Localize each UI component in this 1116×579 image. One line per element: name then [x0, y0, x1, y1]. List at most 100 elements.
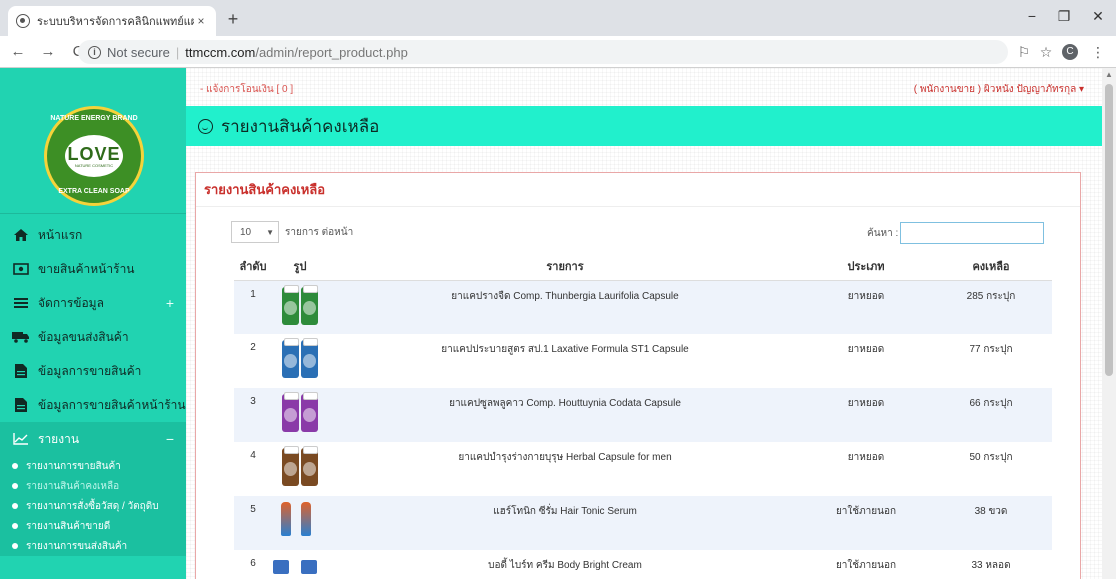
tube-image [281, 502, 291, 536]
table-row: 1 ยาแคปรางจืด Comp. Thunbergia Laurifoli… [234, 280, 1052, 334]
product-image[interactable] [282, 446, 318, 486]
product-image[interactable] [273, 556, 327, 574]
sidebar-item-home[interactable]: หน้าแรก [0, 218, 186, 252]
page-scrollbar[interactable]: ▲ [1102, 68, 1116, 579]
col-header-item[interactable]: รายการ [328, 253, 802, 281]
new-tab-button[interactable]: + [222, 9, 244, 29]
brand-logo[interactable]: NATURE ENERGY BRAND LOVE NATURE COSMETIC… [44, 106, 144, 206]
sidebar-item-pos[interactable]: ขายสินค้าหน้าร้าน [0, 252, 186, 286]
sidebar-item-manage-data[interactable]: จัดการข้อมูล + [0, 286, 186, 320]
cell-type: ยาหยอด [847, 344, 885, 355]
sidebar-item-label: หน้าแรก [38, 227, 83, 242]
bookmark-star-icon[interactable]: ☆ [1036, 44, 1056, 61]
sidebar: NATURE ENERGY BRAND LOVE NATURE COSMETIC… [0, 68, 186, 579]
cell-type: ยาหยอด [847, 398, 885, 409]
report-panel: รายงานสินค้าคงเหลือ 10 ▼ รายการ ต่อหน้า … [195, 172, 1081, 579]
table-header-row: ลำดับ รูป รายการ ประเภท คงเหลือ [234, 253, 1052, 281]
product-image[interactable] [282, 392, 318, 432]
cell-item: ยาแคปซูลพลูคาว Comp. Houttuynia Codata C… [449, 398, 681, 409]
profile-avatar[interactable]: C [1062, 44, 1078, 60]
cell-type: ยาหยอด [847, 290, 885, 302]
scroll-up-icon[interactable]: ▲ [1105, 70, 1113, 79]
url-field[interactable]: i Not secure | ttmccm.com /admin/report_… [78, 40, 1008, 64]
cell-item: แฮร์โทนิก ซีรั่ม Hair Tonic Serum [493, 506, 637, 517]
subitem-label: รายงานการขายสินค้า [26, 460, 121, 472]
chart-icon [12, 432, 30, 446]
subitem-label: รายงานสินค้าคงเหลือ [26, 480, 120, 492]
forward-button[interactable]: → [36, 43, 60, 60]
search-input[interactable] [900, 222, 1045, 244]
translate-icon[interactable]: ⚐ [1014, 44, 1034, 61]
logo-center: LOVE NATURE COSMETIC [65, 135, 123, 177]
user-menu[interactable]: ( พนักงานขาย ) ผิวหนัง ปัญญาภัทรกุล ▾ [914, 82, 1084, 97]
scrollbar-thumb[interactable] [1105, 84, 1113, 376]
tab-close-button[interactable]: × [194, 14, 208, 28]
cell-item: บอดี้ ไบร์ท ครีม Body Bright Cream [488, 560, 642, 571]
transfer-notice-link[interactable]: - แจ้งการโอนเงิน [ 0 ] [200, 82, 293, 97]
page-title: รายงานสินค้าคงเหลือ [221, 116, 380, 136]
main-content: - แจ้งการโอนเงิน [ 0 ] ( พนักงานขาย ) ผิ… [186, 68, 1102, 579]
sidebar-subitem-shipping-report[interactable]: รายงานการขนส่งสินค้า [0, 536, 186, 556]
bullet-icon [12, 463, 18, 469]
logo-brand: LOVE [67, 143, 121, 164]
sidebar-item-label: ขายสินค้าหน้าร้าน [38, 261, 135, 276]
tube-image [301, 502, 311, 536]
sidebar-subitem-purchase-report[interactable]: รายงานการสั่งซื้อวัสดุ / วัตถุดิบ [0, 496, 186, 516]
col-header-no[interactable]: ลำดับ [234, 253, 272, 281]
bottle-image [282, 446, 299, 486]
expand-icon[interactable]: + [166, 295, 174, 311]
window-close-button[interactable]: ✕ [1080, 6, 1116, 26]
list-icon [12, 296, 30, 310]
more-menu-icon[interactable]: ⋮ [1088, 44, 1108, 61]
bullet-icon [12, 543, 18, 549]
col-header-stock[interactable]: คงเหลือ [930, 253, 1052, 281]
col-header-image[interactable]: รูป [272, 253, 328, 281]
per-page-select[interactable]: 10 ▼ [231, 221, 279, 243]
jar-image [301, 560, 317, 574]
sidebar-item-label: ข้อมูลการขายสินค้า [38, 363, 142, 378]
product-image[interactable] [282, 338, 318, 378]
bottle-image [301, 284, 318, 325]
cell-no: 1 [250, 288, 256, 300]
table-row: 3 ยาแคปซูลพลูคาว Comp. Houttuynia Codata… [234, 388, 1052, 442]
table-row: 2 ยาแคปประบายสูตร สป.1 Laxative Formula … [234, 334, 1052, 388]
cell-stock: 66 กระปุก [969, 398, 1013, 409]
browser-tab[interactable]: ระบบบริหารจัดการคลินิกแพทย์แผนไทย × [8, 6, 216, 36]
collapse-icon[interactable]: − [166, 431, 174, 447]
browser-tab-bar: ระบบบริหารจัดการคลินิกแพทย์แผนไทย × + − … [0, 0, 1116, 36]
cell-stock: 50 กระปุก [969, 452, 1013, 463]
cell-item: ยาแคปประบายสูตร สป.1 Laxative Formula ST… [441, 344, 689, 355]
cell-no: 2 [250, 342, 256, 353]
sidebar-subitem-stock-report[interactable]: รายงานสินค้าคงเหลือ [0, 476, 186, 496]
cell-image [272, 280, 328, 334]
page-title-bar: รายงานสินค้าคงเหลือ [186, 106, 1102, 146]
cash-icon [12, 262, 30, 276]
sidebar-subitem-sales-report[interactable]: รายงานการขายสินค้า [0, 456, 186, 476]
cell-type: ยาใช้ภายนอก [835, 506, 897, 517]
info-icon[interactable]: i [88, 45, 101, 59]
maximize-button[interactable]: ❐ [1046, 6, 1082, 26]
subitem-label: รายงานการขนส่งสินค้า [26, 540, 128, 552]
cell-image [272, 550, 328, 579]
cell-no: 5 [250, 504, 256, 515]
minimize-button[interactable]: − [1014, 6, 1050, 26]
per-page-label: รายการ ต่อหน้า [285, 226, 354, 238]
search-control: ค้นหา : [867, 222, 1045, 244]
sidebar-item-shipping[interactable]: ข้อมูลขนส่งสินค้า [0, 320, 186, 354]
col-header-type[interactable]: ประเภท [802, 253, 930, 281]
bullet-icon [12, 523, 18, 529]
cell-no: 4 [250, 450, 256, 461]
back-button[interactable]: ← [6, 43, 30, 60]
sidebar-item-sales-data[interactable]: ข้อมูลการขายสินค้า [0, 354, 186, 388]
sidebar-item-pos-sales-data[interactable]: ข้อมูลการขายสินค้าหน้าร้าน [0, 388, 186, 422]
logo-area: NATURE ENERGY BRAND LOVE NATURE COSMETIC… [0, 68, 186, 214]
sidebar-item-reports[interactable]: รายงาน − [0, 422, 186, 456]
sidebar-subitem-bestseller-report[interactable]: รายงานสินค้าขายดี [0, 516, 186, 536]
url-separator: | [175, 44, 180, 60]
cell-type: ยาหยอด [847, 452, 885, 463]
sidebar-menu: หน้าแรก ขายสินค้าหน้าร้าน จัดการข้อมูล +… [0, 218, 186, 556]
sidebar-item-label: รายงาน [38, 431, 80, 446]
product-image[interactable] [282, 284, 318, 325]
cell-image [272, 496, 328, 550]
product-image[interactable] [281, 502, 319, 536]
